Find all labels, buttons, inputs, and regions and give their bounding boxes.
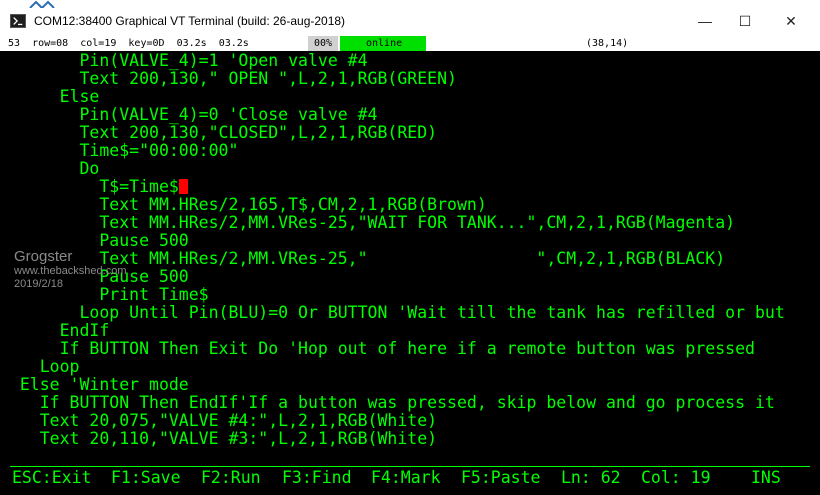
fkey-save[interactable]: F1:Save [111, 468, 181, 488]
code-line: Text 20,075,"VALVE #4:",L,2,1,RGB(White) [0, 411, 438, 430]
text-cursor [178, 179, 188, 194]
scrollbar[interactable] [812, 51, 820, 495]
code-line: Do [0, 159, 100, 178]
window-title: COM12:38400 Graphical VT Terminal (build… [34, 14, 346, 28]
code-line: Else [0, 87, 100, 106]
logo-icon [29, 0, 55, 8]
code-line: Time$="00:00:00" [0, 141, 239, 160]
code-line: Text 200,130,"CLOSED",L,2,1,RGB(RED) [0, 123, 438, 142]
column-indicator: Col: 19 [641, 468, 711, 487]
code-line: Else 'Winter mode [0, 375, 189, 394]
code-line: Text 20,110,"VALVE #3:",L,2,1,RGB(White) [0, 429, 438, 448]
code-line: EndIf [0, 321, 110, 340]
fkey-mark[interactable]: F4:Mark [371, 468, 441, 488]
maximize-button[interactable]: ☐ [722, 6, 768, 36]
watermark-name: Grogster [14, 248, 73, 265]
code-line: Text 200,130," OPEN ",L,2,1,RGB(GREEN) [0, 69, 457, 88]
watermark-site: www.thebackshed.com [14, 265, 127, 277]
code-line: Text MM.HRes/2,MM.VRes-25,"WAIT FOR TANK… [0, 213, 736, 232]
code-line: T$=Time$ [0, 177, 179, 196]
line-indicator: Ln: 62 [561, 468, 621, 487]
code-line: If BUTTON Then Exit Do 'Hop out of here … [0, 339, 755, 358]
function-key-bar: ESC:Exit F1:Save F2:Run F3:Find F4:Mark … [0, 468, 812, 490]
insert-mode-indicator: INS [751, 468, 781, 487]
function-bar-divider [10, 466, 810, 467]
cursor-position: (38,14) [586, 38, 629, 49]
code-line: Loop [0, 357, 80, 376]
watermark: Grogster www.thebackshed.com 2019/2/18 [14, 248, 127, 291]
close-button[interactable]: ✕ [768, 6, 814, 36]
code-line: Text MM.HRes/2,165,T$,CM,2,1,RGB(Brown) [0, 195, 487, 214]
fkey-find[interactable]: F3:Find [282, 468, 352, 488]
fkey-paste[interactable]: F5:Paste [461, 468, 540, 488]
title-bar: COM12:38400 Graphical VT Terminal (build… [0, 0, 820, 36]
status-bar: 53 row=08 col=19 key=0D 03.2s 03.2s 00% … [0, 36, 820, 51]
fkey-run[interactable]: F2:Run [201, 468, 261, 488]
terminal-icon [10, 14, 26, 28]
code-line-cursor: T$=Time$ [0, 178, 188, 196]
code-line: Pin(VALVE_4)=0 'Close valve #4 [0, 105, 378, 124]
watermark-date: 2019/2/18 [14, 278, 63, 290]
code-line: Pin(VALVE_4)=1 'Open valve #4 [0, 51, 368, 70]
connection-status: online [340, 36, 427, 51]
code-line: If BUTTON Then EndIf'If a button was pre… [0, 393, 775, 412]
fkey-exit[interactable]: ESC:Exit [12, 468, 91, 488]
status-info: 53 row=08 col=19 key=0D 03.2s 03.2s [8, 38, 249, 49]
status-zoom: 00% [308, 36, 339, 51]
code-line: Loop Until Pin(BLU)=0 Or BUTTON 'Wait ti… [0, 303, 785, 322]
